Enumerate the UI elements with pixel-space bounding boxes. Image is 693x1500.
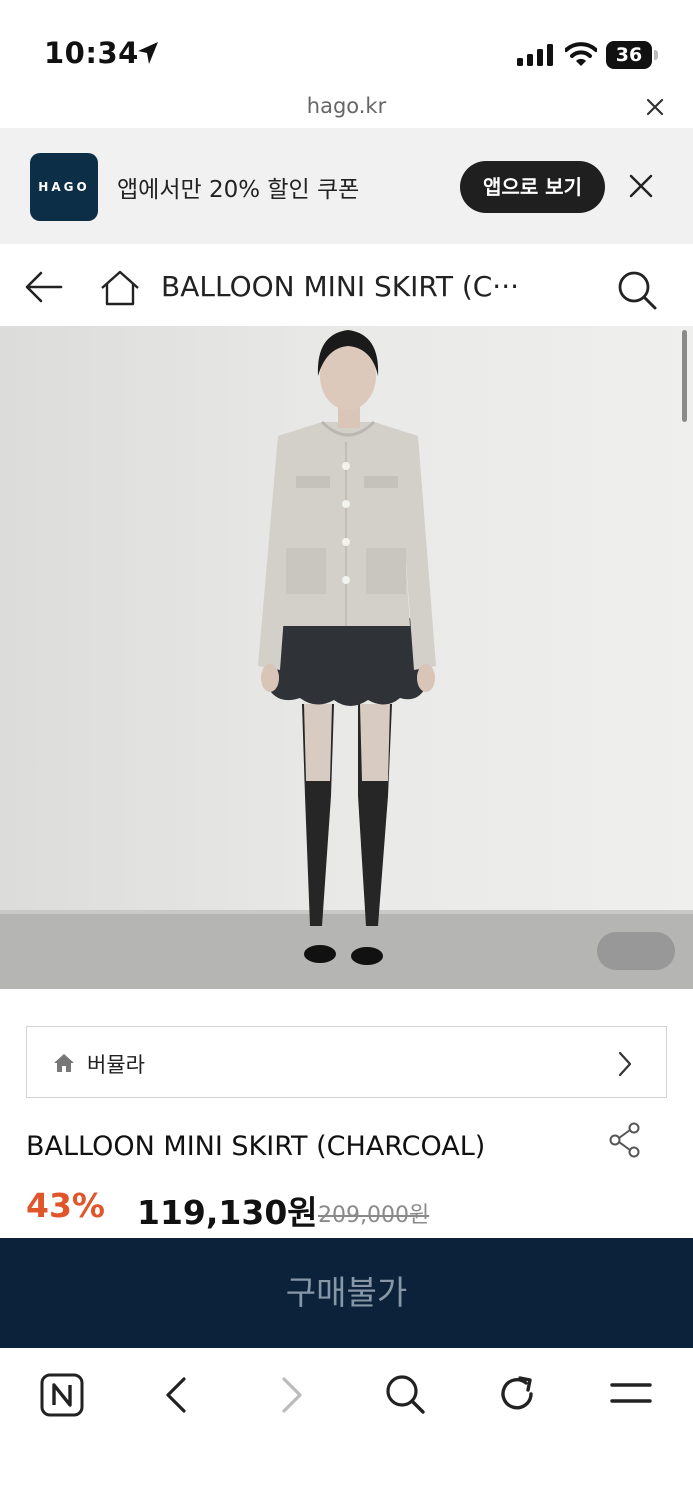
home-icon[interactable]	[99, 269, 141, 311]
location-arrow-icon	[136, 40, 160, 70]
brand-link[interactable]: 버뮬라	[26, 1026, 667, 1098]
image-pager-badge	[597, 932, 675, 970]
back-arrow-icon[interactable]	[24, 270, 64, 308]
battery-icon: 36	[606, 41, 658, 69]
browser-forward-icon[interactable]	[278, 1375, 306, 1419]
open-in-app-button[interactable]: 앱으로 보기	[460, 161, 605, 213]
banner-close-icon[interactable]	[628, 173, 654, 203]
search-icon[interactable]	[615, 268, 659, 316]
chevron-right-icon	[617, 1051, 633, 1081]
buy-button[interactable]: 구매불가	[0, 1238, 693, 1348]
naver-home-icon[interactable]	[40, 1373, 86, 1423]
original-price: 209,000원	[318, 1203, 430, 1228]
browser-search-icon[interactable]	[383, 1372, 427, 1420]
wifi-icon	[564, 42, 598, 70]
app-promo-banner: HAGO 앱에서만 20% 할인 쿠폰 앱으로 보기	[0, 128, 693, 244]
battery-level: 36	[615, 44, 643, 66]
page-header: BALLOON MINI SKIRT (C···	[0, 244, 693, 326]
browser-toolbar	[0, 1348, 693, 1500]
share-icon[interactable]	[608, 1122, 644, 1162]
hago-app-logo: HAGO	[30, 153, 98, 221]
brand-name: 버뮬라	[87, 1053, 145, 1077]
shop-home-icon	[53, 1053, 75, 1077]
url-bar[interactable]: hago.kr	[0, 88, 693, 128]
product-name: BALLOON MINI SKIRT (CHARCOAL)	[26, 1131, 486, 1162]
cellular-signal-icon	[517, 44, 555, 70]
product-image[interactable]	[0, 326, 693, 989]
refresh-icon[interactable]	[496, 1372, 540, 1420]
banner-message: 앱에서만 20% 할인 쿠폰	[117, 177, 360, 203]
browser-back-icon[interactable]	[162, 1375, 190, 1419]
close-icon[interactable]	[645, 97, 665, 121]
scroll-indicator[interactable]	[682, 330, 687, 422]
url-domain[interactable]: hago.kr	[0, 94, 693, 118]
status-time: 10:34	[44, 36, 139, 70]
menu-icon[interactable]	[609, 1379, 653, 1413]
status-bar: 10:34 36	[0, 0, 693, 88]
discount-rate: 43%	[26, 1186, 105, 1225]
sale-price: 119,130원	[137, 1193, 318, 1232]
page-title: BALLOON MINI SKIRT (C···	[161, 270, 519, 303]
